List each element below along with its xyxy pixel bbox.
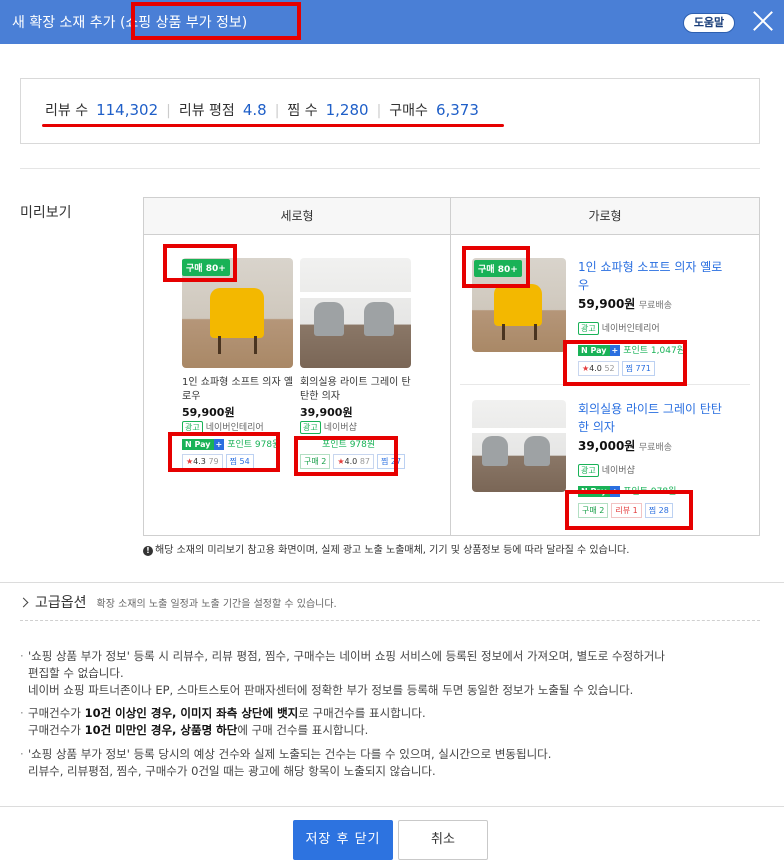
advanced-options-label: 고급옵션 bbox=[35, 595, 87, 611]
horizontal-column-header: 가로형 bbox=[451, 198, 759, 235]
modal-header: 새 확장 소재 추가 (쇼핑 상품 부가 정보) 도움말 bbox=[0, 0, 784, 44]
product-title-line1[interactable]: 1인 쇼파형 소프트 의자 옐 bbox=[182, 376, 293, 390]
wish-count-value: 1,280 bbox=[325, 101, 369, 119]
product-seller: 광고 네이버샵 bbox=[300, 420, 357, 434]
info-icon: ! bbox=[143, 546, 153, 556]
product-title-line2[interactable]: 한 의자 bbox=[578, 418, 615, 436]
section-divider bbox=[20, 620, 760, 621]
advanced-options-toggle[interactable]: 고급옵션 확장 소재의 노출 일정과 노출 기간을 설정할 수 있습니다. bbox=[18, 592, 337, 612]
highlight-box bbox=[462, 246, 530, 288]
highlight-box bbox=[565, 490, 693, 530]
seller-name: 네이버샵 bbox=[323, 423, 357, 433]
highlight-box bbox=[163, 244, 237, 282]
review-rating-label: 리뷰 평점 bbox=[178, 103, 235, 119]
preview-note: ! 해당 소재의 미리보기 참고용 화면이며, 실제 광고 노출 노출매체, 기기… bbox=[143, 541, 629, 556]
vertical-column-header: 세로형 bbox=[144, 198, 450, 235]
advanced-options-desc: 확장 소재의 노출 일정과 노출 기간을 설정할 수 있습니다. bbox=[96, 599, 337, 610]
stats-separator: | bbox=[166, 103, 171, 119]
info-paragraph: · '쇼핑 상품 부가 정보' 등록 시 리뷰수, 리뷰 평점, 찜수, 구매수는… bbox=[20, 649, 665, 697]
info-paragraph: · '쇼핑 상품 부가 정보' 등록 당시의 예상 건수와 실제 노출되는 건수는… bbox=[20, 747, 552, 778]
ad-mark: 광고 bbox=[578, 464, 599, 477]
stats-separator: | bbox=[376, 103, 382, 119]
product-price: 39,900원 bbox=[300, 406, 353, 419]
highlight-box bbox=[294, 436, 398, 476]
product-image-grey-chair[interactable] bbox=[472, 400, 566, 492]
wish-count-label: 찜 수 bbox=[287, 103, 318, 119]
save-and-close-button[interactable]: 저장 후 닫기 bbox=[293, 820, 393, 860]
product-seller: 광고 네이버샵 bbox=[578, 463, 635, 477]
product-price: 59,900원 bbox=[182, 406, 235, 419]
product-image-grey-chair[interactable] bbox=[300, 258, 411, 368]
product-price: 59,900원 bbox=[578, 297, 636, 311]
shipping-text: 무료배송 bbox=[638, 301, 672, 311]
highlight-box bbox=[563, 340, 687, 386]
purchase-count-value: 6,373 bbox=[435, 101, 479, 119]
info-paragraph: · 구매건수가 10건 이상인 경우, 이미지 좌측 상단에 뱃지로 구매건수를 … bbox=[20, 706, 426, 737]
price-row: 39,000원 무료배송 bbox=[578, 439, 672, 456]
help-button[interactable]: 도움말 bbox=[683, 13, 735, 33]
ad-mark: 광고 bbox=[578, 322, 599, 335]
seller-name: 네이버샵 bbox=[601, 466, 635, 476]
product-title-line1[interactable]: 1인 쇼파형 소프트 의자 옐로 bbox=[578, 258, 722, 276]
stats-separator: | bbox=[274, 103, 280, 119]
title-highlight-box bbox=[131, 2, 301, 40]
ad-mark: 광고 bbox=[300, 421, 321, 434]
product-title-line2[interactable]: 로우 bbox=[182, 390, 200, 404]
chevron-right-icon bbox=[18, 597, 29, 608]
footer-divider bbox=[0, 806, 784, 807]
review-count-label: 리뷰 수 bbox=[45, 103, 89, 119]
product-price: 39,000원 bbox=[578, 439, 636, 453]
cancel-button[interactable]: 취소 bbox=[398, 820, 488, 860]
review-rating-value: 4.8 bbox=[242, 101, 267, 119]
close-icon[interactable] bbox=[752, 10, 774, 32]
column-divider bbox=[450, 198, 451, 535]
stats-summary: 리뷰 수 114,302 | 리뷰 평점 4.8 | 찜 수 1,280 | 구매수 6,373 bbox=[45, 100, 479, 120]
product-title-line1[interactable]: 회의실용 라이트 그레이 탄탄 bbox=[578, 400, 722, 418]
product-title-line2[interactable]: 탄한 의자 bbox=[300, 390, 340, 404]
review-count-value: 114,302 bbox=[96, 101, 159, 119]
purchase-count-label: 구매수 bbox=[389, 103, 428, 119]
section-divider bbox=[0, 582, 784, 583]
stats-box: 리뷰 수 114,302 | 리뷰 평점 4.8 | 찜 수 1,280 | 구매수 6,373 bbox=[20, 78, 760, 144]
highlight-box bbox=[168, 432, 280, 472]
product-title-line1[interactable]: 회의실용 라이트 그레이 탄 bbox=[300, 376, 411, 390]
seller-name: 네이버인테리어 bbox=[601, 324, 660, 334]
product-seller: 광고 네이버인테리어 bbox=[578, 321, 660, 335]
shipping-text: 무료배송 bbox=[638, 443, 672, 453]
product-title-line2[interactable]: 우 bbox=[578, 276, 589, 294]
stats-highlight-underline bbox=[42, 124, 504, 127]
preview-label: 미리보기 bbox=[20, 205, 72, 221]
price-row: 59,900원 무료배송 bbox=[578, 297, 672, 314]
section-divider bbox=[20, 168, 760, 169]
